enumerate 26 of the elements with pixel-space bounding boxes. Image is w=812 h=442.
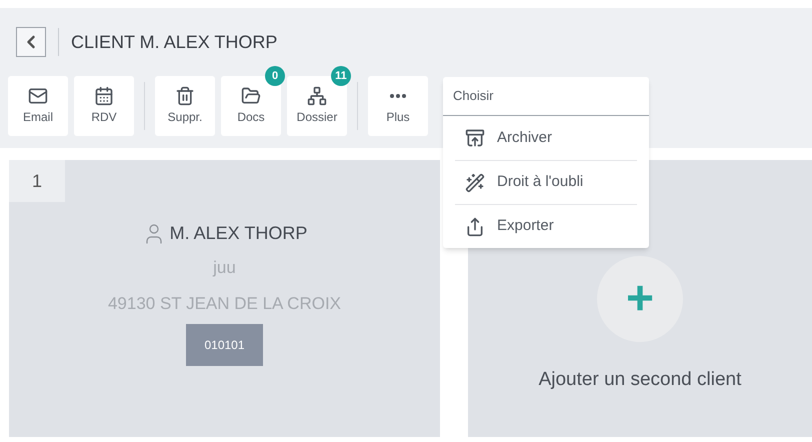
calendar-icon [94, 86, 114, 106]
client-name: M. ALEX THORP [170, 222, 308, 245]
folder-icon [241, 86, 261, 106]
toolbar-button[interactable]: Plus [368, 76, 428, 136]
menu-item[interactable]: Exporter [455, 204, 637, 248]
hierarchy-icon [307, 86, 327, 106]
client-detail: juu [213, 257, 236, 279]
toolbar-button[interactable]: Suppr. [155, 76, 215, 136]
envelope-icon [28, 86, 48, 106]
toolbar-button[interactable]: RDV [74, 76, 134, 136]
add-client-label: Ajouter un second client [538, 368, 742, 392]
menu-title: Choisir [453, 87, 494, 106]
count-badge: 0 [265, 66, 285, 86]
card-number: 1 [9, 160, 65, 202]
menu-item[interactable]: Droit à l'oubli [455, 160, 637, 204]
back-button[interactable] [16, 27, 46, 57]
count-badge: 11 [331, 66, 351, 86]
toolbar-button[interactable]: Email [8, 76, 68, 136]
magic-wand-icon [465, 172, 485, 192]
more-icon [390, 94, 406, 98]
page-title: CLIENT M. ALEX THORP [71, 30, 278, 54]
export-icon [465, 216, 485, 236]
trash-icon [175, 86, 195, 106]
client-code: 010101 [186, 324, 263, 366]
client-address: 49130 ST JEAN DE LA CROIX [108, 292, 342, 314]
menu-item[interactable]: Archiver [455, 116, 637, 160]
